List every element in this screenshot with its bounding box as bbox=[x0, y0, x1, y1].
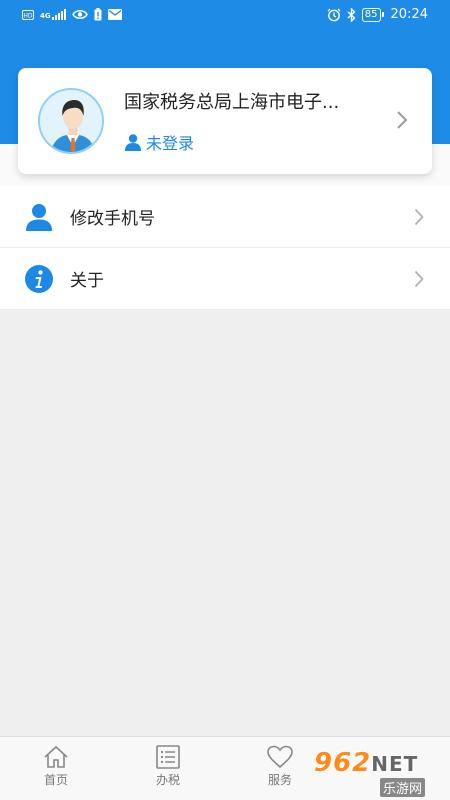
status-right-icons: 85 20:24 bbox=[327, 7, 428, 22]
info-icon bbox=[25, 265, 53, 293]
site-watermark: 962NET 乐游网 bbox=[312, 748, 446, 797]
battery-alert-icon bbox=[94, 8, 102, 21]
tab-label: 办税 bbox=[155, 773, 180, 787]
tab-service[interactable]: 服务 bbox=[245, 745, 315, 788]
alarm-icon bbox=[327, 8, 341, 21]
home-icon bbox=[44, 745, 68, 768]
watermark-logo: 962NET bbox=[314, 748, 418, 778]
chevron-right-icon bbox=[414, 270, 424, 288]
eye-icon bbox=[71, 10, 88, 19]
signal-4g-icon: 4G bbox=[40, 9, 66, 20]
status-bar: HD 4G 85 20:24 bbox=[0, 0, 450, 32]
avatar[interactable] bbox=[38, 88, 104, 154]
menu-item-label: 修改手机号 bbox=[70, 209, 155, 229]
status-time: 20:24 bbox=[390, 7, 428, 22]
watermark-site-name: 乐游网 bbox=[380, 778, 426, 797]
menu-item-about[interactable]: 关于 bbox=[0, 248, 450, 310]
tab-home[interactable]: 首页 bbox=[21, 745, 91, 788]
svg-text:HD: HD bbox=[23, 12, 33, 19]
bluetooth-icon bbox=[347, 7, 356, 22]
heart-icon bbox=[267, 745, 293, 769]
org-name: 国家税务总局上海市电子... bbox=[124, 92, 340, 113]
avatar-person-icon bbox=[40, 90, 102, 152]
battery-indicator: 85 bbox=[361, 7, 384, 22]
menu-item-label: 关于 bbox=[70, 271, 104, 291]
settings-menu: 修改手机号 关于 bbox=[0, 186, 450, 310]
list-icon bbox=[156, 745, 180, 769]
watermark-suffix: NET bbox=[371, 752, 419, 776]
chevron-right-icon bbox=[397, 111, 408, 129]
user-icon bbox=[26, 204, 52, 231]
mail-icon bbox=[107, 9, 122, 20]
login-status-label: 未登录 bbox=[146, 134, 195, 153]
menu-item-change-phone[interactable]: 修改手机号 bbox=[0, 186, 450, 248]
network-type-label: 4G bbox=[40, 12, 51, 20]
profile-card[interactable]: 国家税务总局上海市电子... 未登录 bbox=[18, 68, 432, 174]
login-status[interactable]: 未登录 bbox=[124, 130, 194, 154]
hd-icon: HD bbox=[22, 9, 34, 20]
tab-tax[interactable]: 办税 bbox=[133, 745, 203, 788]
user-icon bbox=[125, 134, 141, 151]
chevron-right-icon bbox=[414, 208, 424, 226]
tab-label: 首页 bbox=[43, 773, 68, 787]
tab-label: 服务 bbox=[267, 773, 292, 787]
status-left-icons: HD 4G bbox=[22, 8, 122, 21]
watermark-brand: 962 bbox=[314, 748, 372, 778]
